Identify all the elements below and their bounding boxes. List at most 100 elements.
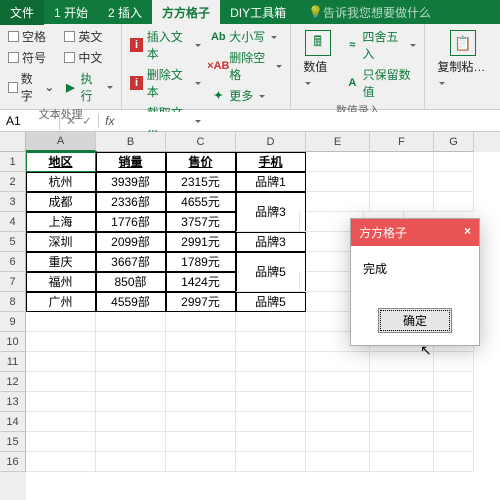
row-header[interactable]: 3 [0, 192, 26, 212]
cell[interactable]: 2315元 [166, 172, 236, 192]
row-header[interactable]: 5 [0, 232, 26, 252]
close-icon[interactable]: × [464, 224, 471, 241]
cell[interactable]: 品牌5 [236, 292, 306, 312]
cell[interactable] [166, 392, 236, 412]
col-header-C[interactable]: C [166, 132, 236, 152]
cell[interactable] [306, 372, 370, 392]
cell[interactable] [96, 392, 166, 412]
tab-diy[interactable]: DIY工具箱 [220, 0, 296, 25]
col-header-A[interactable]: A [26, 132, 96, 152]
cell[interactable] [166, 312, 236, 332]
cell[interactable] [96, 372, 166, 392]
cell[interactable] [26, 352, 96, 372]
cell[interactable] [236, 272, 300, 292]
chk-number[interactable]: 数字⌄ [8, 70, 54, 104]
row-header[interactable]: 1 [0, 152, 26, 172]
header-cell[interactable]: 地区 [26, 152, 96, 172]
cell[interactable] [236, 452, 306, 472]
cell[interactable] [236, 432, 306, 452]
cell[interactable]: 3939部 [96, 172, 166, 192]
cell[interactable] [306, 352, 370, 372]
cell[interactable] [26, 372, 96, 392]
chk-chinese[interactable]: 中文 [64, 49, 113, 66]
row-header[interactable]: 11 [0, 352, 26, 372]
cell[interactable] [236, 312, 306, 332]
cell[interactable]: 2997元 [166, 292, 236, 312]
cell[interactable] [306, 152, 370, 172]
cell[interactable] [306, 452, 370, 472]
cell[interactable]: 重庆 [26, 252, 96, 272]
tab-start[interactable]: 1 开始 [44, 0, 98, 25]
cell[interactable] [434, 412, 474, 432]
calc-button[interactable]: 🖩 数值 [299, 28, 336, 100]
row-header[interactable]: 14 [0, 412, 26, 432]
cell[interactable] [370, 412, 434, 432]
copy-paste-button[interactable]: 📋 复制粘… [433, 28, 492, 105]
row-header[interactable]: 13 [0, 392, 26, 412]
col-header-D[interactable]: D [236, 132, 306, 152]
select-all-corner[interactable] [0, 132, 26, 152]
cell[interactable] [96, 412, 166, 432]
cell[interactable] [434, 432, 474, 452]
cell[interactable]: 4655元 [166, 192, 236, 212]
cell[interactable] [306, 412, 370, 432]
cell[interactable] [370, 192, 434, 212]
more-button[interactable]: ✦更多 [211, 87, 282, 104]
cell[interactable] [236, 412, 306, 432]
cell[interactable] [166, 432, 236, 452]
row-header[interactable]: 9 [0, 312, 26, 332]
cell[interactable] [306, 432, 370, 452]
cell[interactable] [166, 332, 236, 352]
cell[interactable] [434, 172, 474, 192]
cell[interactable]: 福州 [26, 272, 96, 292]
row-header[interactable]: 8 [0, 292, 26, 312]
cell[interactable]: 品牌3 [236, 232, 306, 252]
keepnum-button[interactable]: A只保留数值 [346, 66, 416, 100]
cell[interactable] [26, 432, 96, 452]
exec-button[interactable]: ▶执行 [64, 70, 113, 104]
cell[interactable] [26, 412, 96, 432]
cell[interactable] [370, 432, 434, 452]
row-header[interactable]: 2 [0, 172, 26, 192]
row-header[interactable]: 7 [0, 272, 26, 292]
col-header-F[interactable]: F [370, 132, 434, 152]
chk-space[interactable]: 空格 [8, 28, 54, 45]
cell[interactable]: 深圳 [26, 232, 96, 252]
cancel-icon[interactable]: ✕ [66, 114, 76, 128]
cell[interactable] [166, 352, 236, 372]
cell[interactable] [96, 452, 166, 472]
case-button[interactable]: Ab大小写 [211, 28, 282, 45]
tab-file[interactable]: 文件 [0, 0, 44, 25]
cell[interactable] [434, 192, 474, 212]
cell[interactable] [236, 352, 306, 372]
cell[interactable] [434, 152, 474, 172]
cell[interactable] [166, 452, 236, 472]
cell[interactable] [96, 332, 166, 352]
header-cell[interactable]: 手机 [236, 152, 306, 172]
insert-text-button[interactable]: i插入文本 [130, 28, 201, 62]
ok-button[interactable]: 确定 [378, 308, 452, 333]
cell[interactable] [236, 332, 306, 352]
cell[interactable] [370, 172, 434, 192]
cell[interactable]: 成都 [26, 192, 96, 212]
tell-me-input[interactable]: 告诉我您想要做什么 [323, 4, 431, 21]
row-header[interactable]: 15 [0, 432, 26, 452]
cell[interactable]: 1776部 [96, 212, 166, 232]
row-header[interactable]: 10 [0, 332, 26, 352]
cell[interactable]: 广州 [26, 292, 96, 312]
cell[interactable]: 上海 [26, 212, 96, 232]
cell[interactable]: 杭州 [26, 172, 96, 192]
cell[interactable] [434, 452, 474, 472]
cell[interactable]: 2336部 [96, 192, 166, 212]
cell[interactable]: 3757元 [166, 212, 236, 232]
col-header-E[interactable]: E [306, 132, 370, 152]
cell[interactable]: 1789元 [166, 252, 236, 272]
row-header[interactable]: 16 [0, 452, 26, 472]
tab-insert[interactable]: 2 插入 [98, 0, 152, 25]
row-header[interactable]: 4 [0, 212, 26, 232]
delete-text-button[interactable]: i删除文本 [130, 66, 201, 100]
cell[interactable] [166, 372, 236, 392]
chk-symbol[interactable]: 符号 [8, 49, 54, 66]
cell[interactable] [166, 412, 236, 432]
cell[interactable]: 3667部 [96, 252, 166, 272]
